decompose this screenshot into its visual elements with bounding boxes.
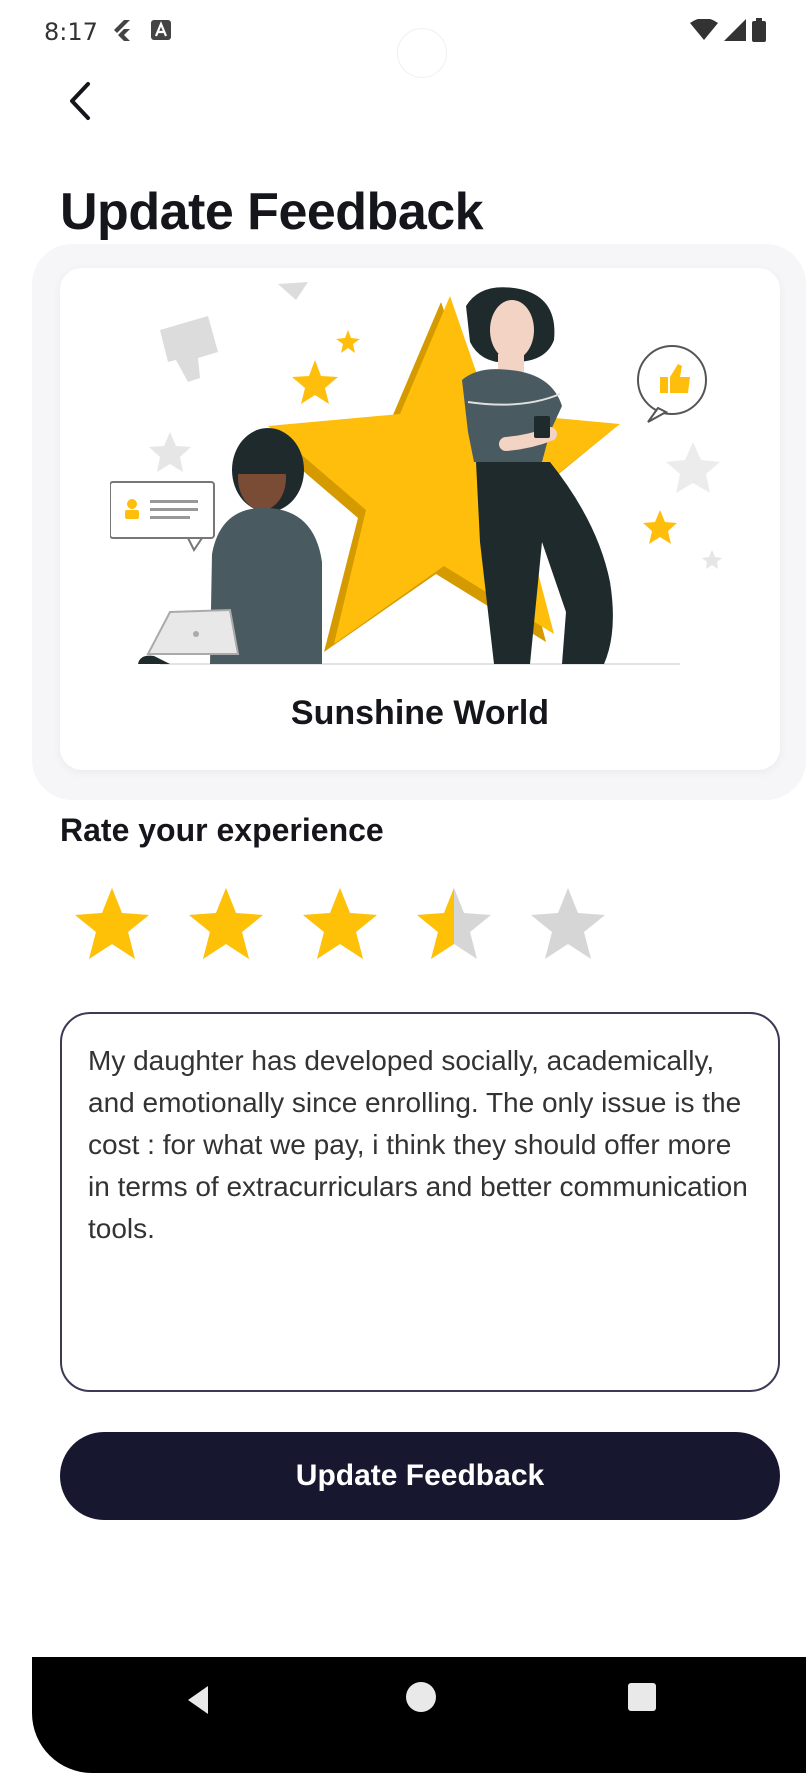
star-1-icon[interactable] (72, 884, 152, 964)
update-feedback-button[interactable]: Update Feedback (60, 1432, 780, 1520)
feedback-textarea[interactable]: My daughter has developed socially, acad… (60, 1012, 780, 1392)
battery-icon (752, 18, 766, 42)
wifi-icon (690, 19, 718, 40)
star-4-icon[interactable] (414, 884, 494, 964)
nav-home-icon[interactable] (406, 1682, 436, 1712)
status-time: 8:17 (44, 18, 98, 46)
star-rating[interactable] (72, 884, 608, 964)
nav-back-icon[interactable] (180, 1680, 220, 1720)
nav-recents-icon[interactable] (628, 1683, 656, 1711)
status-left-icons (110, 18, 172, 42)
rate-label: Rate your experience (60, 812, 384, 848)
page-title: Update Feedback (60, 183, 484, 241)
star-2-icon[interactable] (186, 884, 266, 964)
rating-illustration (110, 282, 722, 665)
star-3-icon[interactable] (300, 884, 380, 964)
system-nav-bar (32, 1657, 806, 1773)
status-right-icons (690, 18, 766, 42)
signal-icon (724, 19, 746, 41)
flutter-icon (114, 20, 130, 41)
camera-cutout (397, 28, 447, 78)
back-button[interactable] (60, 78, 100, 124)
a-badge-icon (151, 20, 171, 40)
school-name: Sunshine World (290, 694, 550, 732)
chevron-left-icon (70, 82, 90, 120)
star-5-icon[interactable] (528, 884, 608, 964)
